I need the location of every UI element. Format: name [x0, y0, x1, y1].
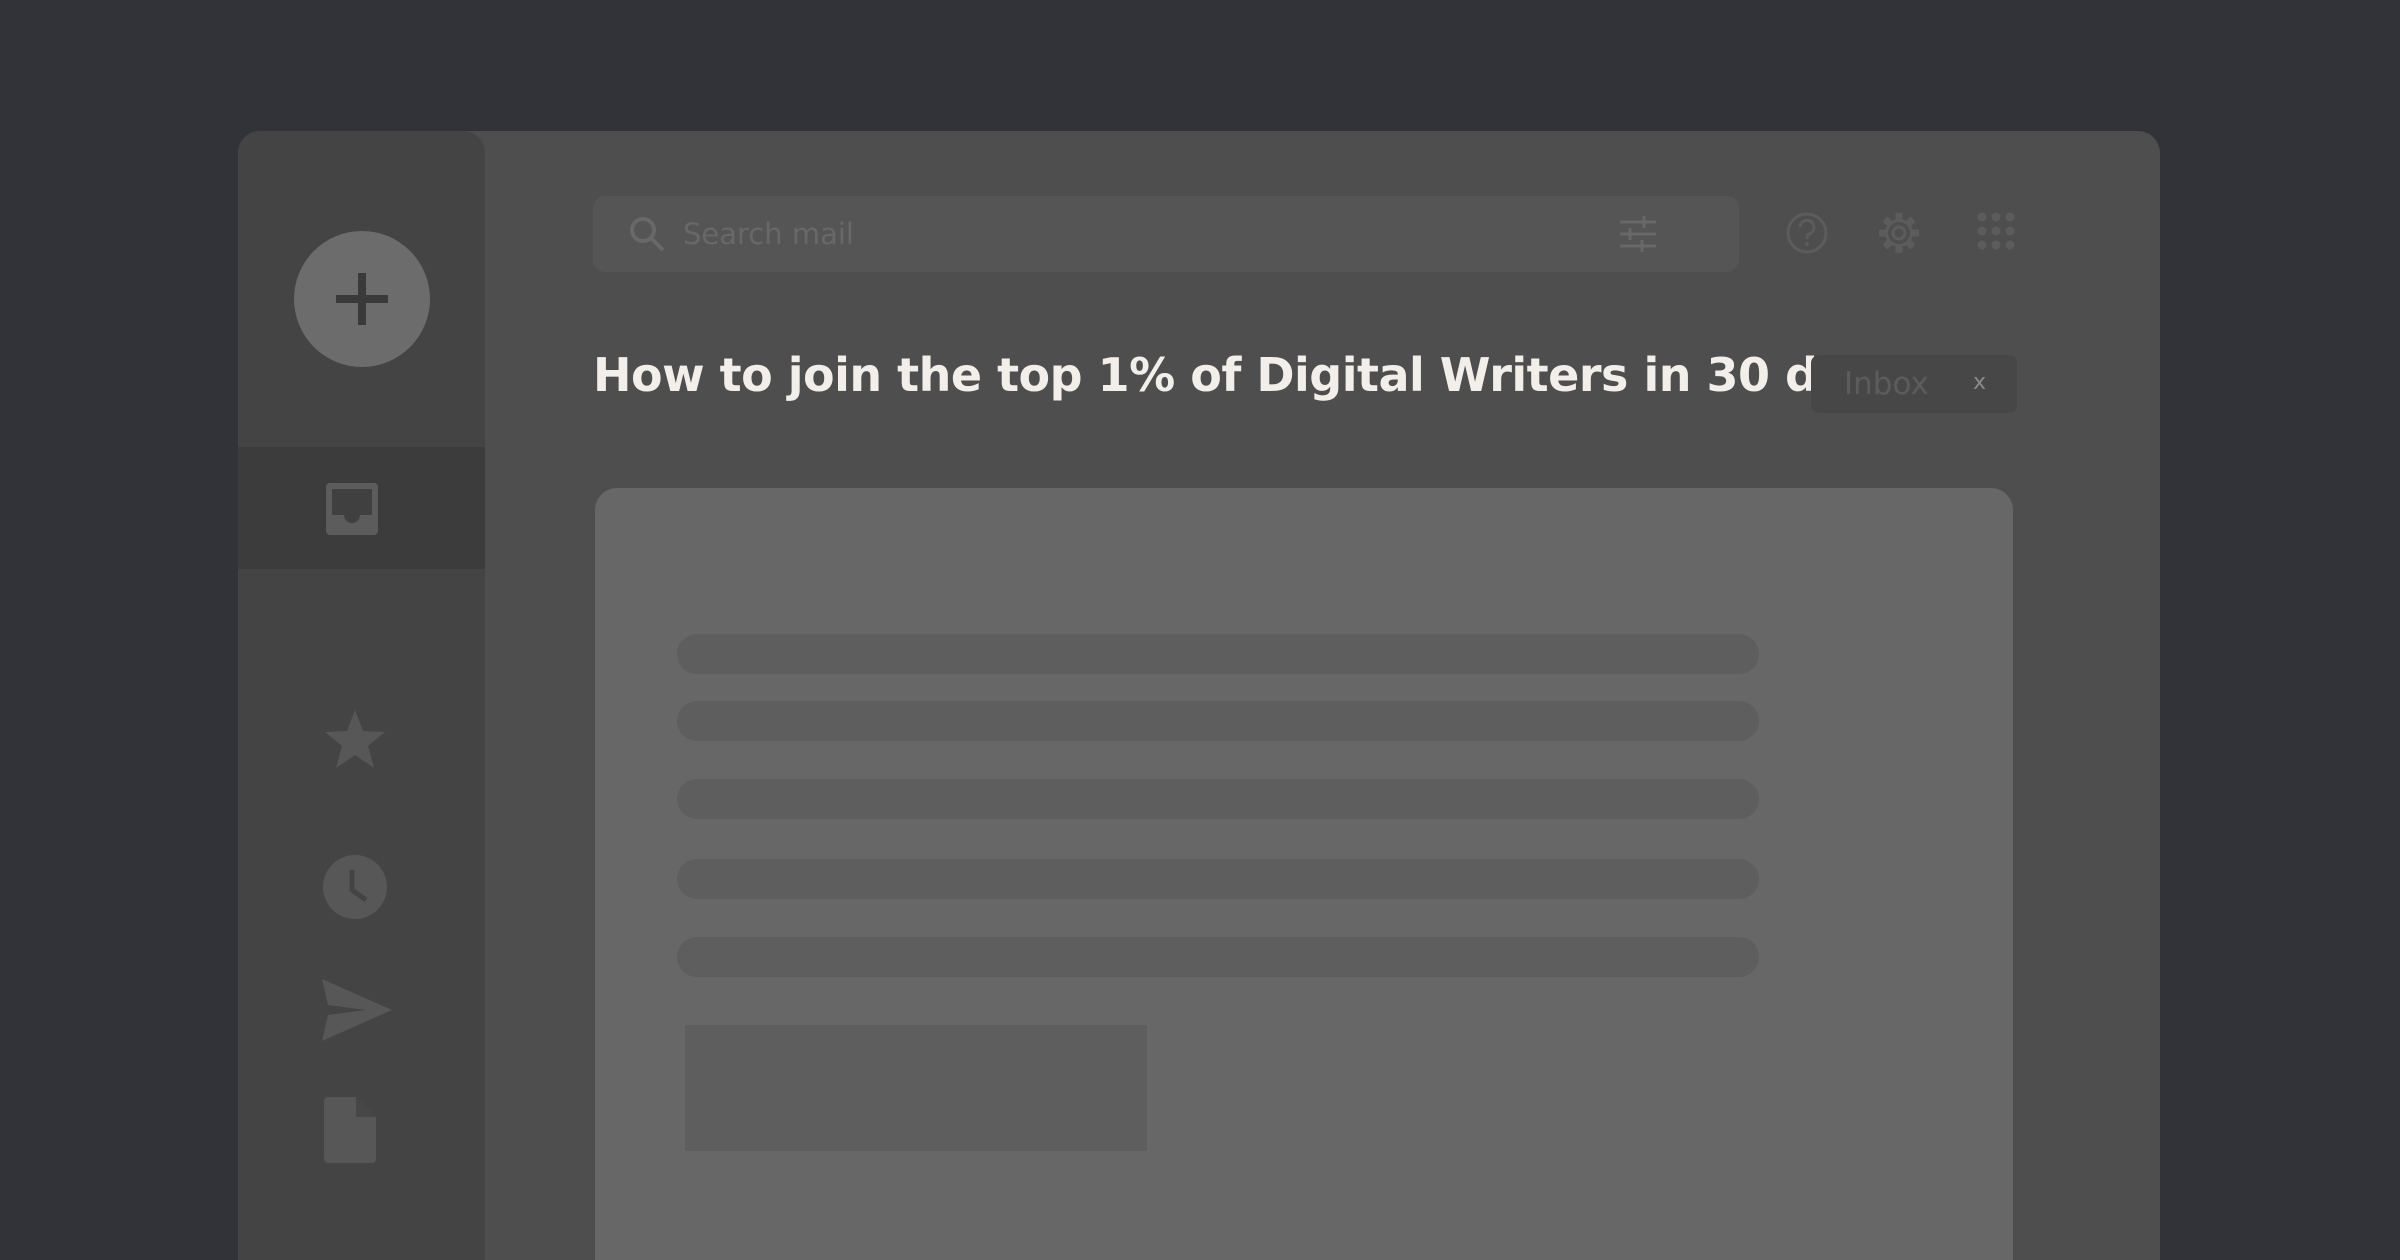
mail-window: How to join the top 1% of Digital Writer… — [238, 131, 2160, 1260]
inbox-label-chip[interactable]: Inbox x — [1811, 355, 2017, 413]
sidebar-item-inbox[interactable] — [238, 447, 485, 569]
label-text: Inbox — [1844, 366, 1929, 402]
star-icon — [325, 710, 385, 768]
text-placeholder-line — [677, 634, 1759, 674]
sidebar — [238, 131, 485, 1260]
clock-icon — [323, 855, 387, 919]
help-icon[interactable] — [1785, 211, 1829, 255]
file-icon — [324, 1097, 376, 1163]
sidebar-item-sent[interactable] — [238, 949, 485, 1071]
apps-grid-icon[interactable] — [1976, 211, 2016, 251]
search-bar — [593, 196, 1739, 272]
remove-label-button[interactable]: x — [1973, 369, 1986, 397]
sidebar-item-starred[interactable] — [238, 707, 485, 829]
image-placeholder-block — [685, 1025, 1147, 1151]
text-placeholder-line — [677, 937, 1759, 977]
plus-icon — [336, 273, 388, 325]
sidebar-item-snoozed[interactable] — [238, 825, 485, 947]
search-icon[interactable] — [627, 214, 667, 254]
tune-icon[interactable] — [1618, 214, 1658, 254]
send-icon — [322, 979, 392, 1041]
compose-button[interactable] — [294, 231, 430, 367]
email-body-card — [595, 488, 2013, 1260]
text-placeholder-line — [677, 859, 1759, 899]
sidebar-item-drafts[interactable] — [238, 1071, 485, 1193]
search-input[interactable] — [683, 196, 1583, 272]
email-subject: How to join the top 1% of Digital Writer… — [593, 348, 1903, 402]
text-placeholder-line — [677, 701, 1759, 741]
gear-icon[interactable] — [1877, 211, 1921, 255]
text-placeholder-line — [677, 779, 1759, 819]
inbox-icon — [326, 483, 378, 535]
